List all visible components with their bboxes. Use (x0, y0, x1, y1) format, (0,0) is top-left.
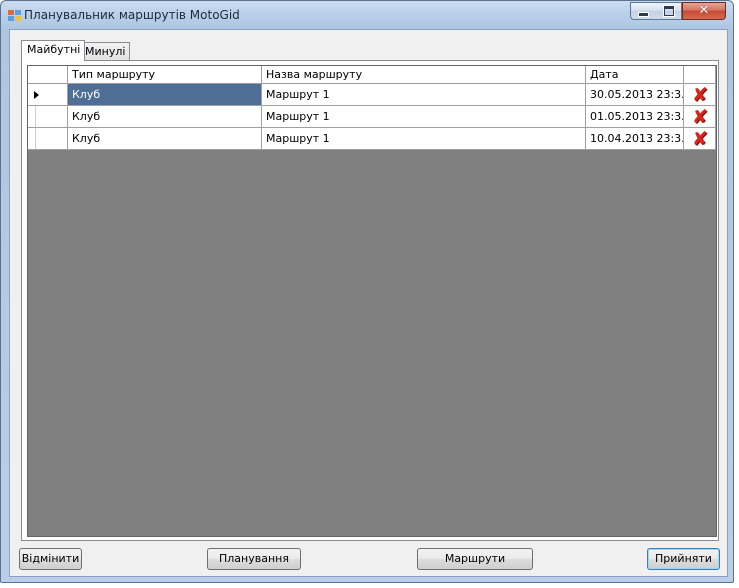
cell-name[interactable]: Маршрут 1 (262, 84, 586, 106)
minimize-icon (638, 11, 649, 17)
cell-type[interactable]: Клуб (68, 128, 262, 150)
cell-type[interactable]: Клуб (68, 106, 262, 128)
row-header[interactable] (28, 84, 68, 106)
grid-header-row: Тип маршруту Назва маршруту Дата (28, 66, 716, 84)
title-bar[interactable]: Планувальник маршрутів MotoGid ✕ (1, 1, 733, 29)
maximize-button[interactable] (656, 2, 682, 20)
table-row[interactable]: Клуб Маршрут 1 30.05.2013 23:3... ✘ (28, 84, 716, 106)
close-icon: ✕ (698, 3, 710, 18)
routes-grid[interactable]: Тип маршруту Назва маршруту Дата Клуб Ма… (27, 65, 717, 537)
row-header[interactable] (28, 106, 68, 128)
planning-button[interactable]: Планування (207, 548, 301, 570)
tab-future[interactable]: Майбутні (21, 40, 86, 61)
cell-name[interactable]: Маршрут 1 (262, 128, 586, 150)
cell-delete[interactable]: ✘ (684, 106, 716, 128)
delete-icon[interactable]: ✘ (690, 107, 710, 127)
routes-button[interactable]: Маршрути (417, 548, 533, 570)
cell-delete[interactable]: ✘ (684, 84, 716, 106)
table-row[interactable]: Клуб Маршрут 1 10.04.2013 23:3... ✘ (28, 128, 716, 150)
delete-icon[interactable]: ✘ (690, 129, 710, 149)
cell-delete[interactable]: ✘ (684, 128, 716, 150)
cell-name[interactable]: Маршрут 1 (262, 106, 586, 128)
tab-past[interactable]: Минулі (80, 42, 131, 60)
current-row-arrow-icon (34, 91, 39, 99)
client-area: Майбутні Минулі Тип маршруту Назва маршр… (9, 29, 728, 577)
tab-panel: Тип маршруту Назва маршруту Дата Клуб Ма… (21, 60, 719, 541)
app-icon[interactable] (8, 10, 22, 22)
cell-date[interactable]: 30.05.2013 23:3... (586, 84, 684, 106)
cell-date[interactable]: 10.04.2013 23:3... (586, 128, 684, 150)
cell-date[interactable]: 01.05.2013 23:3... (586, 106, 684, 128)
app-window: Планувальник маршрутів MotoGid ✕ Майбутн… (0, 0, 734, 583)
table-row[interactable]: Клуб Маршрут 1 01.05.2013 23:3... ✘ (28, 106, 716, 128)
column-header-delete[interactable] (684, 66, 716, 84)
row-header[interactable] (28, 128, 68, 150)
window-title: Планувальник маршрутів MotoGid (24, 8, 240, 22)
row-header-corner[interactable] (28, 66, 68, 84)
minimize-button[interactable] (630, 2, 657, 20)
column-header-type[interactable]: Тип маршруту (68, 66, 262, 84)
cell-type[interactable]: Клуб (68, 84, 262, 106)
column-header-date[interactable]: Дата (586, 66, 684, 84)
close-button[interactable]: ✕ (682, 2, 726, 20)
delete-icon[interactable]: ✘ (690, 85, 710, 105)
column-header-name[interactable]: Назва маршруту (262, 66, 586, 84)
maximize-icon (662, 5, 675, 17)
cancel-button[interactable]: Відмінити (19, 548, 82, 570)
accept-button[interactable]: Прийняти (647, 548, 720, 570)
